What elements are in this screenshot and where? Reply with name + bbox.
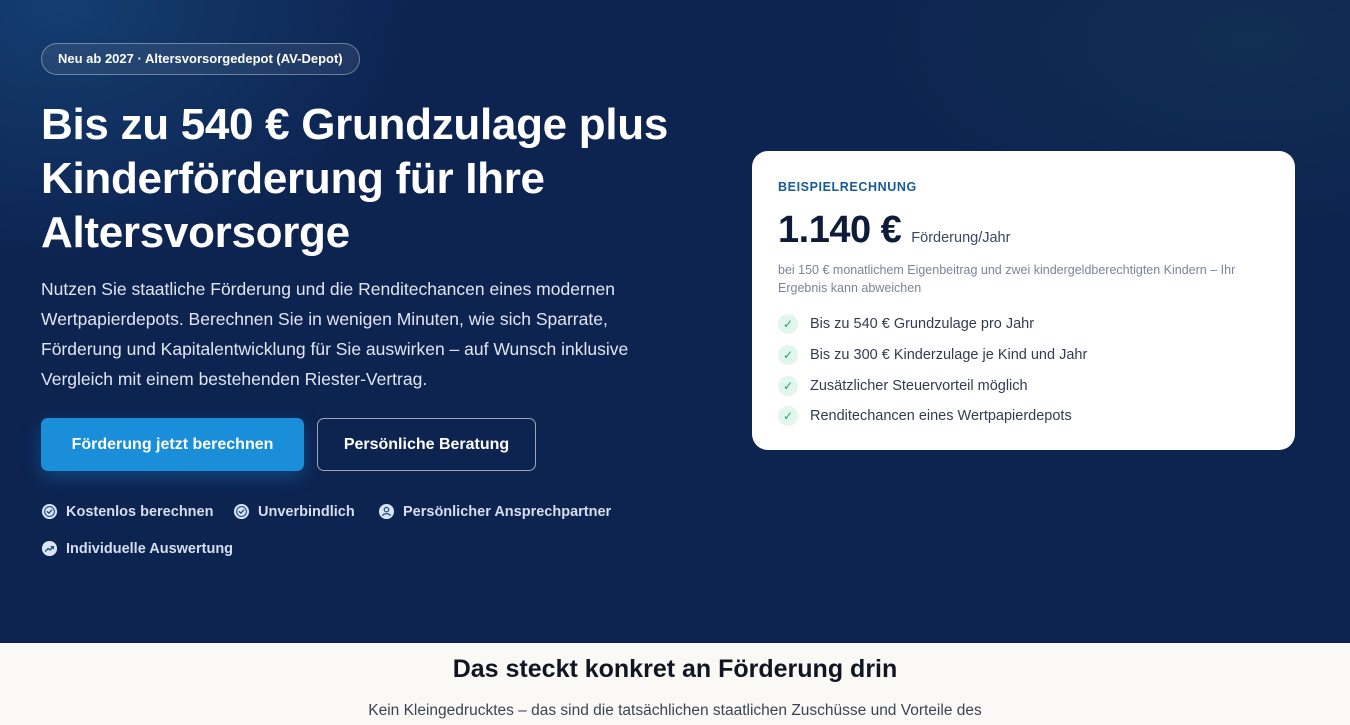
trust-item-label: Individuelle Auswertung <box>66 540 234 557</box>
check-icon: ✓ <box>778 375 798 396</box>
hero-section: Neu ab 2027 · Altersvorsorgedepot (AV-De… <box>0 0 1350 643</box>
benefit-list: ✓ Bis zu 540 € Grundzulage pro Jahr ✓ Bi… <box>778 309 1087 432</box>
list-item: ✓ Zusätzlicher Steuervorteil möglich <box>778 370 1087 401</box>
check-circle-icon <box>41 503 58 520</box>
calculate-subsidy-button[interactable]: Förderung jetzt berechnen <box>41 418 304 471</box>
benefit-label: Renditechancen eines Wertpapierdepots <box>810 408 1072 425</box>
new-badge: Neu ab 2027 · Altersvorsorgedepot (AV-De… <box>41 43 360 75</box>
trend-up-icon <box>41 540 58 557</box>
card-amount-row: 1.140 € Förderung/Jahr <box>778 209 1010 252</box>
subsidy-unit: Förderung/Jahr <box>911 230 1011 246</box>
list-item: ✓ Bis zu 300 € Kinderzulage je Kind und … <box>778 340 1087 371</box>
trust-item-label: Unverbindlich <box>258 503 355 520</box>
section-subtitle: Kein Kleingedrucktes – das sind die tats… <box>368 702 982 719</box>
section-title: Das steckt konkret an Förderung drin <box>452 655 898 683</box>
trust-item-label: Kostenlos berechnen <box>66 503 214 520</box>
subsidy-amount: 1.140 € <box>778 209 902 251</box>
card-label: BEISPIELRECHNUNG <box>778 180 917 194</box>
hero-intro: Nutzen Sie staatliche Förderung und die … <box>41 279 629 389</box>
trust-item-label: Persönlicher Ansprechpartner <box>403 503 612 520</box>
benefit-label: Bis zu 540 € Grundzulage pro Jahr <box>810 316 1035 333</box>
trust-item-non-binding: Unverbindlich <box>233 503 355 520</box>
hero-headline: Bis zu 540 € Grundzulage plus Kinderförd… <box>41 100 669 257</box>
trust-item-contact-person: Persönlicher Ansprechpartner <box>378 503 611 520</box>
check-icon: ✓ <box>778 406 798 427</box>
user-circle-icon <box>378 503 395 520</box>
check-icon: ✓ <box>778 345 798 366</box>
benefit-label: Bis zu 300 € Kinderzulage je Kind und Ja… <box>810 347 1088 364</box>
list-item: ✓ Renditechancen eines Wertpapierdepots <box>778 401 1087 432</box>
benefit-label: Zusätzlicher Steuervorteil möglich <box>810 377 1028 394</box>
personal-consultation-button[interactable]: Persönliche Beratung <box>317 418 536 471</box>
check-circle-icon <box>233 503 250 520</box>
list-item: ✓ Bis zu 540 € Grundzulage pro Jahr <box>778 309 1087 340</box>
trust-item-individual-evaluation: Individuelle Auswertung <box>41 540 233 557</box>
check-icon: ✓ <box>778 314 798 335</box>
trust-item-free: Kostenlos berechnen <box>41 503 213 520</box>
card-note: bei 150 € monatlichem Eigenbeitrag und z… <box>778 263 1236 295</box>
example-calculation-card: BEISPIELRECHNUNG 1.140 € Förderung/Jahr … <box>752 151 1295 450</box>
